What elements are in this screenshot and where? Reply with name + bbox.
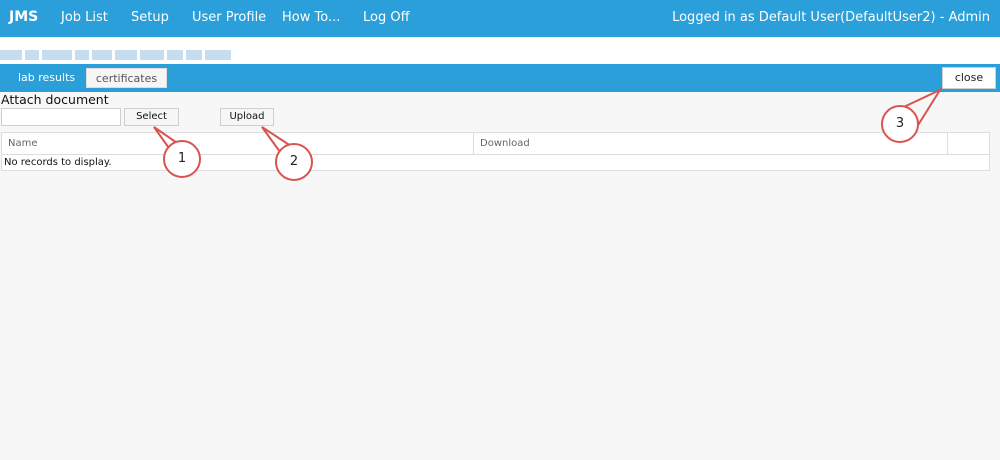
select-button[interactable]: Select: [124, 108, 179, 126]
nav-how-to[interactable]: How To...: [282, 10, 340, 25]
file-path-input[interactable]: [1, 108, 121, 126]
grid-empty-message: No records to display.: [4, 157, 112, 168]
brand-logo[interactable]: JMS: [9, 9, 38, 25]
top-navigation-bar: JMS Job List Setup User Profile How To..…: [0, 0, 1000, 37]
column-header-name[interactable]: Name: [2, 133, 474, 155]
login-info: Logged in as Default User(DefaultUser2) …: [672, 10, 990, 25]
upload-button[interactable]: Upload: [220, 108, 274, 126]
tab-certificates[interactable]: certificates: [86, 68, 167, 88]
tab-lab-results[interactable]: lab results: [6, 68, 87, 88]
nav-user-profile[interactable]: User Profile: [192, 10, 266, 25]
callout-2-badge: 2: [275, 143, 313, 181]
blurred-breadcrumb: [0, 45, 234, 60]
attach-document-title: Attach document: [1, 92, 109, 107]
nav-log-off[interactable]: Log Off: [363, 10, 410, 25]
column-header-extra: [948, 133, 990, 155]
close-button[interactable]: close: [942, 67, 996, 89]
tab-bar: lab results certificates close: [0, 64, 1000, 92]
documents-grid: Name Download No records to display.: [1, 132, 990, 171]
callout-1-badge: 1: [163, 140, 201, 178]
nav-setup[interactable]: Setup: [131, 10, 169, 25]
nav-job-list[interactable]: Job List: [61, 10, 108, 25]
grid-header: Name Download: [2, 133, 989, 155]
callout-3-badge: 3: [881, 105, 919, 143]
column-header-download[interactable]: Download: [474, 133, 948, 155]
